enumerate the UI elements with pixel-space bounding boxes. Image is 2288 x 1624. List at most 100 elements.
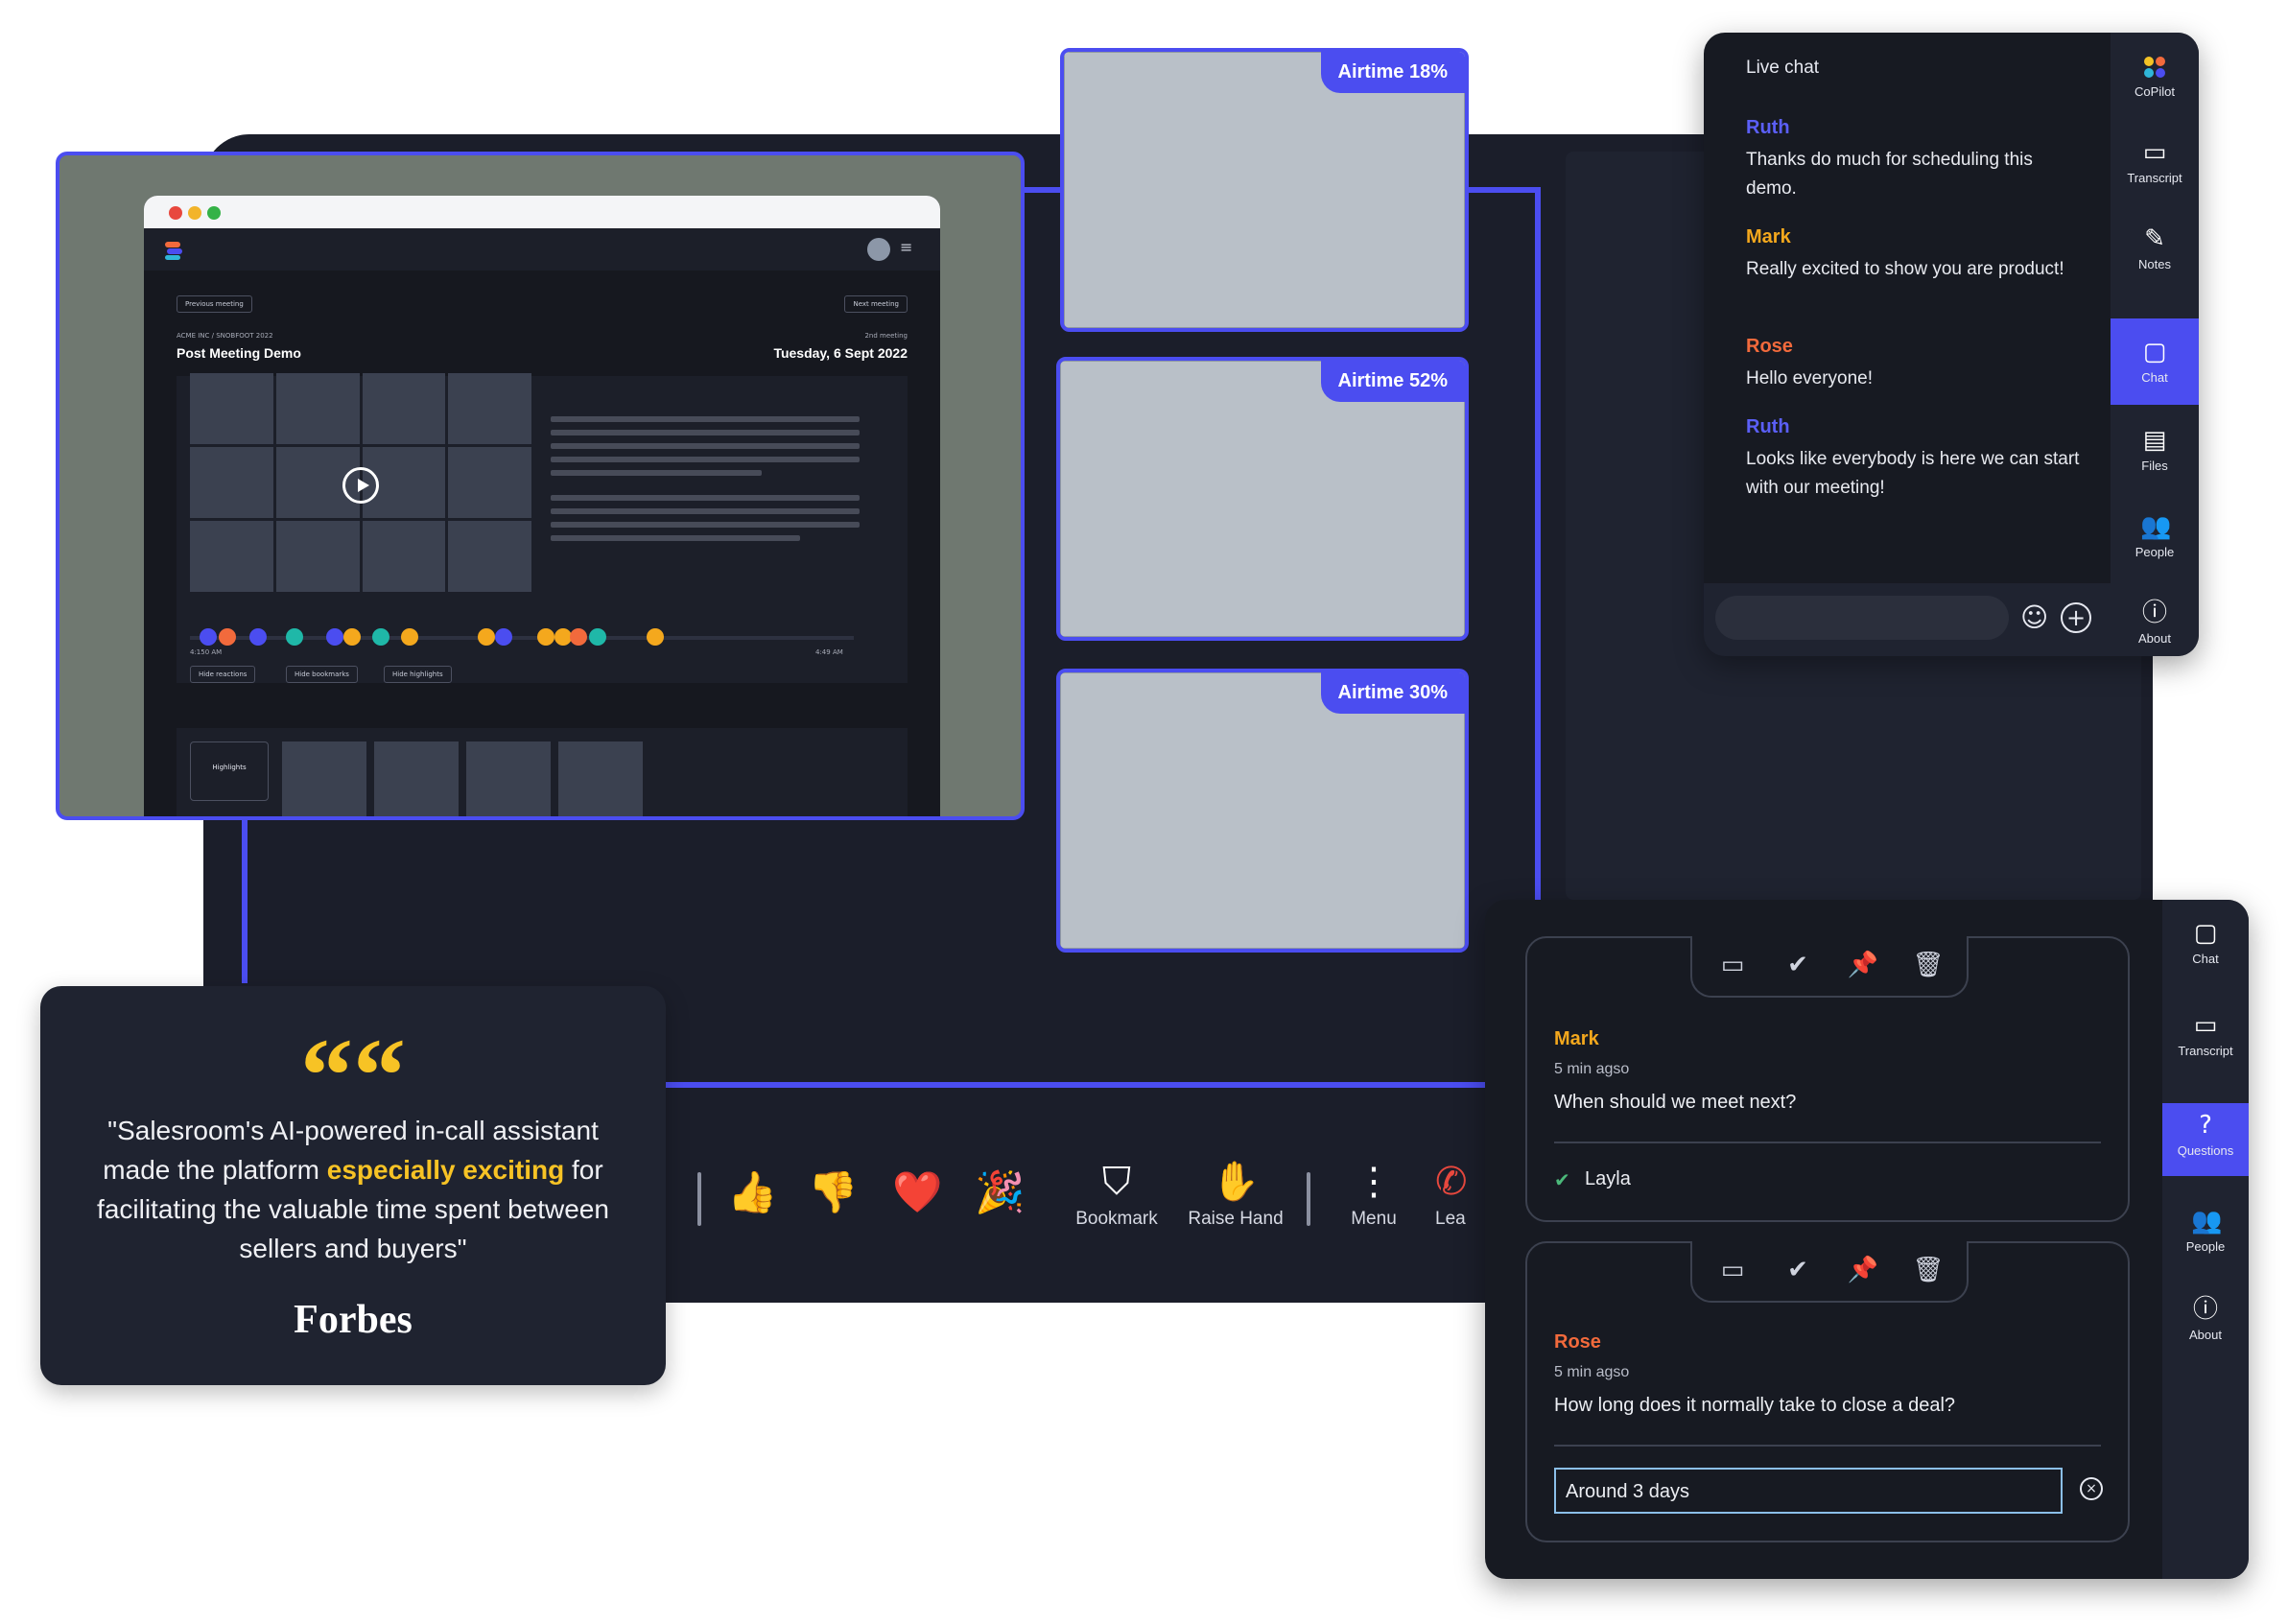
timeline-marker[interactable] [570, 628, 587, 646]
pin-icon[interactable]: 📌 [1846, 948, 1880, 982]
pin-icon[interactable]: 📌 [1846, 1253, 1880, 1287]
add-attachment-icon[interactable]: + [2061, 602, 2091, 633]
summary-text-line [551, 508, 860, 514]
raise-hand-button[interactable]: ✋ Raise Hand [1178, 1159, 1293, 1230]
trash-icon[interactable]: 🗑 [1911, 1253, 1946, 1287]
summary-text-line [551, 522, 860, 528]
sidebar-item-label: Files [2141, 459, 2168, 473]
timeline-marker[interactable] [589, 628, 606, 646]
chat-message-author: Rose [1746, 336, 1793, 357]
previous-meeting-button[interactable]: Previous meeting [177, 295, 252, 313]
sidebar-item-people[interactable]: 👥 People [2162, 1188, 2249, 1274]
summary-text-line [551, 535, 800, 541]
timeline-marker[interactable] [286, 628, 303, 646]
bookmark-button[interactable]: ⛉ Bookmark [1059, 1159, 1174, 1230]
sidebar-item-chat[interactable]: ▢ Chat [2162, 900, 2249, 986]
hide-highlights-button[interactable]: Hide highlights [384, 666, 452, 683]
timeline-marker[interactable] [401, 628, 418, 646]
hide-reactions-label: Hide reactions [199, 671, 248, 678]
sidebar-item-files[interactable]: ▤ Files [2111, 407, 2199, 493]
question-actions: ▭ ✔ 📌 🗑 [1690, 936, 1969, 998]
thumbs-up-reaction-button[interactable]: 👍 [727, 1168, 777, 1216]
play-icon[interactable] [342, 467, 379, 504]
timeline-marker[interactable] [478, 628, 495, 646]
sidebar-item-copilot[interactable]: CoPilot [2111, 33, 2199, 119]
highlight-thumbnail[interactable] [558, 741, 643, 816]
highlights-button[interactable]: Highlights [190, 741, 269, 801]
video-tile [448, 447, 531, 518]
video-tile [362, 373, 446, 444]
transcript-icon[interactable]: ▭ [1715, 948, 1750, 982]
about-icon: ⓘ [2192, 1295, 2218, 1324]
sidebar-item-label: CoPilot [2135, 84, 2175, 99]
party-reaction-button[interactable]: 🎉 [975, 1168, 1025, 1216]
avatar[interactable] [867, 238, 890, 261]
timeline-marker[interactable] [200, 628, 217, 646]
sidebar-item-transcript[interactable]: ▭ Transcript [2111, 119, 2199, 205]
salesroom-logo-icon [165, 242, 182, 260]
clear-input-icon[interactable]: × [2080, 1477, 2103, 1500]
more-vertical-icon: ⋮ [1355, 1161, 1393, 1203]
meeting-date: Tuesday, 6 Sept 2022 [773, 345, 908, 361]
hide-bookmarks-button[interactable]: Hide bookmarks [286, 666, 358, 683]
heart-reaction-button[interactable]: ❤️ [892, 1168, 942, 1216]
leave-button[interactable]: ✆ Lea [1435, 1159, 1485, 1230]
sidebar-item-questions[interactable]: ? Questions [2162, 1103, 2249, 1176]
sidebar-item-people[interactable]: 👥 People [2111, 493, 2199, 579]
timeline-marker[interactable] [219, 628, 236, 646]
questions-sidebar: ▢ Chat ▭ Transcript ? Questions 👥 People… [2162, 900, 2249, 1579]
people-icon: 👥 [2140, 512, 2172, 541]
next-meeting-button[interactable]: Next meeting [844, 295, 908, 313]
timeline-marker[interactable] [249, 628, 267, 646]
participant-video-1[interactable]: Airtime 18% [1060, 48, 1469, 332]
participant-photo [1064, 52, 1465, 328]
sidebar-item-label: About [2138, 631, 2171, 646]
answer-input[interactable]: Around 3 days [1554, 1468, 2063, 1514]
video-tile [190, 373, 273, 444]
sidebar-item-notes[interactable]: ✎ Notes [2111, 205, 2199, 292]
live-chat-title: Live chat [1746, 58, 1820, 78]
timeline-marker[interactable] [495, 628, 512, 646]
check-icon[interactable]: ✔ [1781, 948, 1815, 982]
timeline-marker[interactable] [343, 628, 361, 646]
maximize-window-dot[interactable] [207, 206, 221, 220]
participant-video-3[interactable]: Airtime 30% [1056, 669, 1469, 953]
highlight-thumbnail[interactable] [374, 741, 459, 816]
emoji-icon[interactable]: ☺ [2020, 602, 2048, 633]
sidebar-item-chat[interactable]: ▢ Chat [2111, 318, 2199, 405]
menu-button[interactable]: ⋮ Menu [1316, 1159, 1431, 1230]
video-tile [448, 521, 531, 592]
question-time: 5 min agso [1554, 1061, 1630, 1077]
hamburger-menu-icon[interactable]: ≡ [900, 238, 912, 256]
transcript-icon[interactable]: ▭ [1715, 1253, 1750, 1287]
airtime-badge: Airtime 18% [1320, 52, 1465, 93]
timeline-marker[interactable] [537, 628, 554, 646]
highlight-thumbnail[interactable] [282, 741, 366, 816]
recording-timeline[interactable] [190, 628, 854, 646]
hide-reactions-button[interactable]: Hide reactions [190, 666, 256, 683]
notes-icon: ✎ [2144, 224, 2165, 253]
minimize-window-dot[interactable] [188, 206, 201, 220]
airtime-badge: Airtime 30% [1320, 672, 1465, 714]
timeline-marker[interactable] [647, 628, 664, 646]
summary-text-line [551, 443, 860, 449]
participant-video-2[interactable]: Airtime 52% [1056, 357, 1469, 641]
highlight-thumbnail[interactable] [466, 741, 551, 816]
question-text: How long does it normally take to close … [1554, 1395, 1956, 1416]
timeline-marker[interactable] [372, 628, 389, 646]
question-divider [1554, 1445, 2101, 1447]
sidebar-item-about[interactable]: ⓘ About [2111, 579, 2199, 656]
video-tile [362, 521, 446, 592]
check-icon[interactable]: ✔ [1781, 1253, 1815, 1287]
chat-message-input[interactable] [1715, 596, 2009, 640]
trash-icon[interactable]: 🗑 [1911, 948, 1946, 982]
sidebar-item-label: Transcript [2178, 1044, 2233, 1058]
timeline-marker[interactable] [326, 628, 343, 646]
chat-message-text: Looks like everybody is here we can star… [1746, 449, 2080, 498]
sidebar-item-label: Notes [2138, 257, 2171, 271]
questions-panel: ▭ ✔ 📌 🗑 Mark 5 min agso When should we m… [1485, 900, 2249, 1579]
thumbs-down-reaction-button[interactable]: 👎 [808, 1168, 858, 1216]
close-window-dot[interactable] [169, 206, 182, 220]
sidebar-item-transcript[interactable]: ▭ Transcript [2162, 992, 2249, 1078]
sidebar-item-about[interactable]: ⓘ About [2162, 1276, 2249, 1362]
